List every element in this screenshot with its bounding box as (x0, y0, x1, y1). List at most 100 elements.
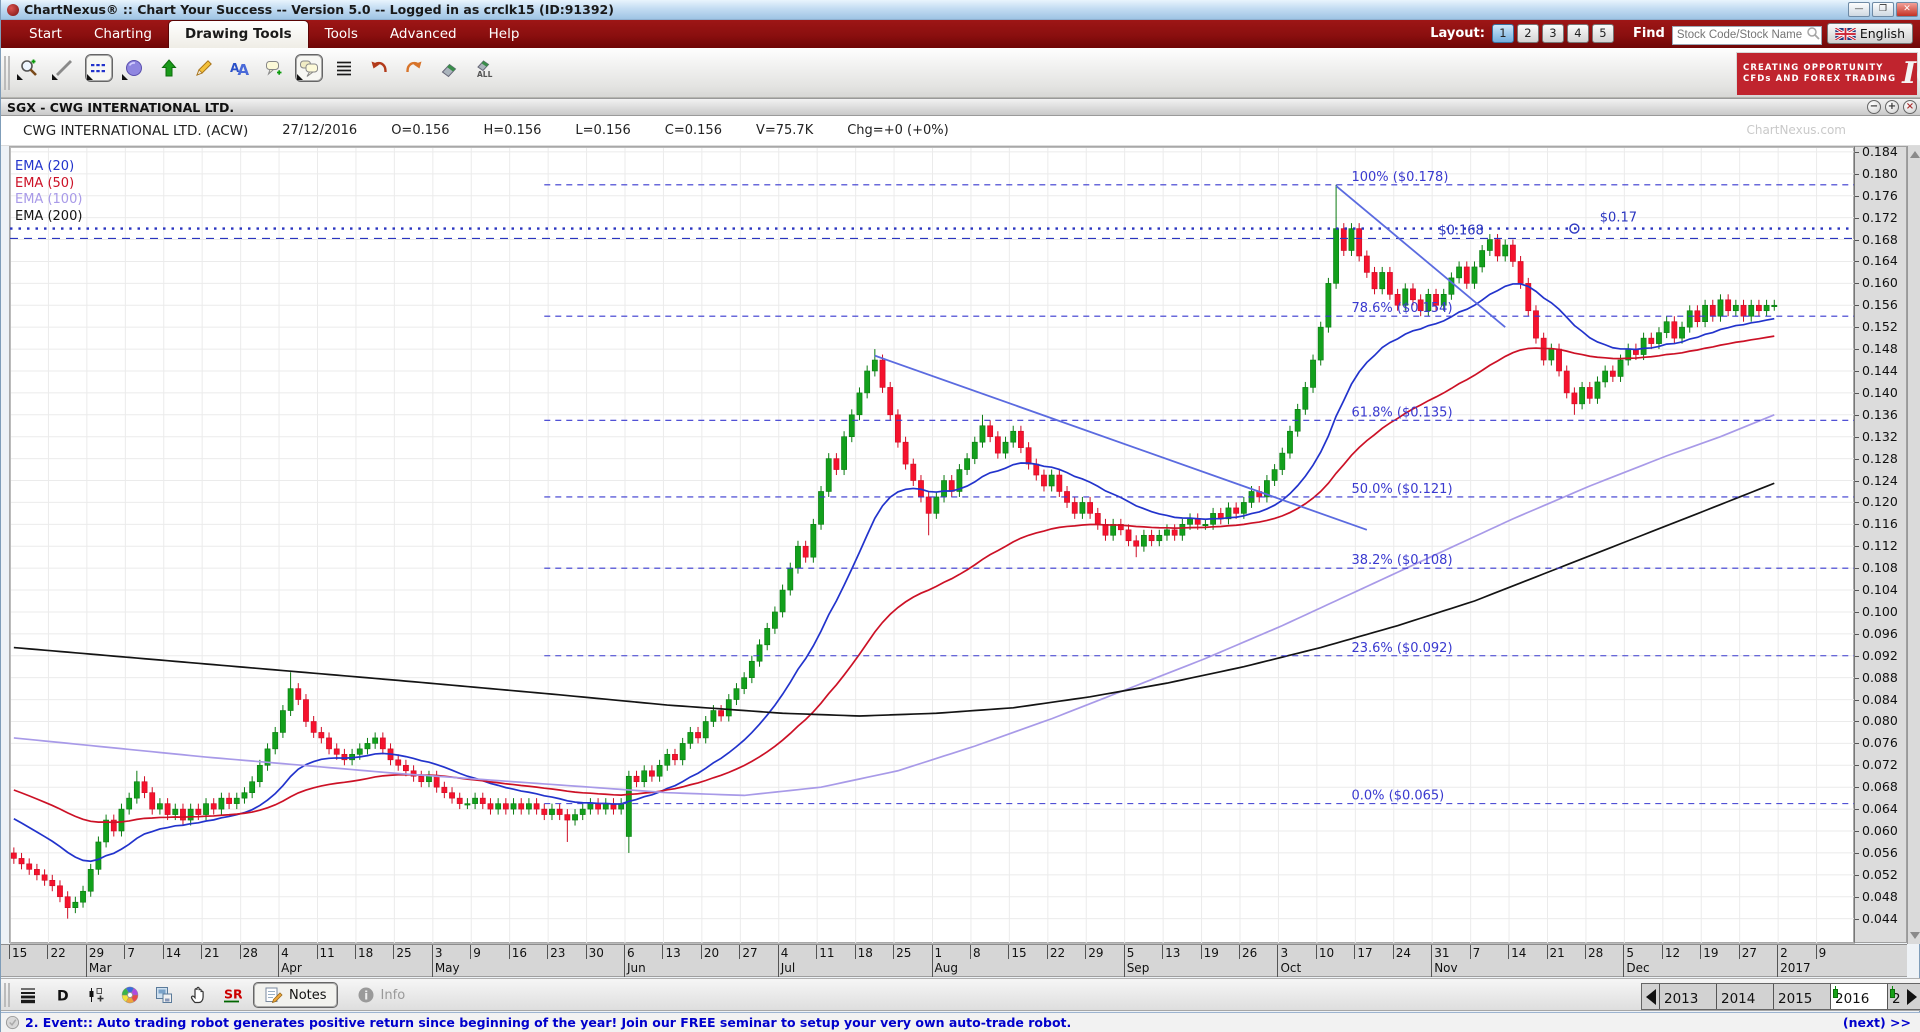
price-axis-label: 0.060 (1862, 823, 1898, 838)
chart-close-button[interactable]: × (1903, 100, 1917, 114)
fib-label: 50.0% ($0.121) (1351, 482, 1452, 497)
price-axis-label: 0.180 (1862, 166, 1898, 181)
line-style-button[interactable] (15, 982, 41, 1008)
chart-scrollbar[interactable] (1907, 146, 1920, 944)
zoom-add-button[interactable] (15, 54, 43, 82)
chart-canvas[interactable]: 100% ($0.178)78.6% ($0.154)61.8% ($0.135… (10, 147, 1855, 944)
price-axis-label: 0.140 (1862, 385, 1898, 400)
date-axis[interactable]: 152229Mar71421284Apr1118253May91623306Ju… (1, 944, 1907, 977)
save-image-button[interactable] (151, 982, 177, 1008)
price-axis-label: 0.108 (1862, 560, 1898, 575)
window-close-button[interactable]: ✕ (1896, 2, 1918, 17)
layout-button-1[interactable]: 1 (1492, 24, 1514, 43)
fibonacci-retracement[interactable]: 100% ($0.178)78.6% ($0.154)61.8% ($0.135… (544, 170, 1855, 804)
text-icon: AA (229, 58, 249, 78)
scroll-up-icon[interactable] (1910, 151, 1920, 158)
callout-add-button[interactable] (260, 54, 288, 82)
language-button[interactable]: English (1827, 23, 1913, 44)
sr-button[interactable]: SR (219, 982, 245, 1008)
mini-candle-icon (1890, 986, 1895, 1000)
menu-item-advanced[interactable]: Advanced (374, 21, 473, 48)
fib-retracement-button[interactable] (85, 54, 113, 82)
month-label: 2017 (1780, 961, 1811, 975)
price-axis-label: 0.064 (1862, 801, 1898, 816)
layout-button-4[interactable]: 4 (1567, 24, 1589, 43)
month-label: May (435, 961, 460, 975)
chart-window-titlebar[interactable]: SGX - CWG INTERNATIONAL LTD. −+× (1, 98, 1920, 116)
year-cell-2014[interactable]: 2014 (1716, 984, 1773, 1009)
color-wheel-button[interactable] (117, 982, 143, 1008)
month-separator (778, 945, 779, 977)
info-label: Info (381, 988, 406, 1003)
date-tick-label: 8 (973, 946, 981, 960)
chart-maximize-button[interactable]: + (1885, 100, 1899, 114)
eraser-all-button[interactable]: ALL (470, 54, 498, 82)
menu-item-drawing-tools[interactable]: Drawing Tools (168, 20, 309, 48)
text-button[interactable]: AA (225, 54, 253, 82)
menu-item-start[interactable]: Start (13, 21, 78, 48)
legend-item-50: EMA (50) (15, 176, 82, 193)
year-label: 2013 (1664, 991, 1698, 1007)
eraser-button[interactable] (435, 54, 463, 82)
month-label: Nov (1434, 961, 1457, 975)
next-event-link[interactable]: (next) >> (1843, 1015, 1911, 1030)
date-tick (1008, 945, 1009, 959)
date-tick (509, 945, 510, 959)
hlines-icon (334, 58, 354, 78)
date-tick (1700, 945, 1701, 959)
layout-button-5[interactable]: 5 (1592, 24, 1614, 43)
date-tick-label: 10 (1319, 946, 1334, 960)
timeframe-daily-button[interactable]: D (49, 982, 75, 1008)
redo-button[interactable] (400, 54, 428, 82)
stock-search-input[interactable] (1672, 26, 1822, 45)
window-titlebar[interactable]: ChartNexus® :: Chart Your Success -- Ver… (1, 0, 1920, 20)
date-tick-label: 9 (1819, 946, 1827, 960)
trendline-1[interactable] (875, 356, 1367, 530)
menu-item-help[interactable]: Help (473, 21, 536, 48)
dropdown-corner-icon (122, 74, 128, 80)
candlestick-chart[interactable]: 100% ($0.178)78.6% ($0.154)61.8% ($0.135… (9, 146, 1854, 943)
date-tick-label: 4 (281, 946, 289, 960)
price-axis-label: 0.144 (1862, 363, 1898, 378)
year-nav-next-button[interactable] (1903, 984, 1920, 1009)
ig-ad-banner[interactable]: CREATING OPPORTUNITY CFDs AND FOREX TRAD… (1736, 52, 1918, 96)
scroll-down-icon[interactable] (1910, 932, 1920, 939)
pencil-button[interactable] (190, 54, 218, 82)
period-button[interactable] (83, 982, 109, 1008)
bottom-toolbar-grip[interactable] (4, 983, 10, 1007)
menu-item-charting[interactable]: Charting (78, 21, 168, 48)
year-cell-2015[interactable]: 2015 (1773, 984, 1830, 1009)
date-tick-label: 15 (12, 946, 27, 960)
year-cell-2013[interactable]: 2013 (1659, 984, 1716, 1009)
chart-minimize-button[interactable]: − (1867, 100, 1881, 114)
date-tick-label: 27 (1742, 946, 1757, 960)
date-tick (1547, 945, 1548, 959)
year-cell-2016[interactable]: 2016 (1830, 984, 1887, 1009)
status-bar: 2. Event:: Auto trading robot generates … (1, 1012, 1920, 1032)
ellipse-button[interactable] (120, 54, 148, 82)
price-axis[interactable]: 0.1840.1800.1760.1720.1680.1640.1600.156… (1854, 146, 1907, 943)
layout-button-2[interactable]: 2 (1517, 24, 1539, 43)
year-nav-prev-button[interactable] (1642, 984, 1659, 1009)
arrow-up-button[interactable] (155, 54, 183, 82)
ad-line2: CFDs AND FOREX TRADING (1743, 74, 1896, 84)
callout-button[interactable] (295, 54, 323, 82)
date-tick (393, 945, 394, 959)
window-minimize-button[interactable]: — (1848, 2, 1870, 17)
pan-hand-button[interactable] (185, 982, 211, 1008)
undo-button[interactable] (365, 54, 393, 82)
date-tick-label: 21 (1550, 946, 1565, 960)
layout-button-3[interactable]: 3 (1542, 24, 1564, 43)
toolbar-grip[interactable] (4, 56, 10, 90)
date-tick (124, 945, 125, 959)
window-maximize-button[interactable]: ❐ (1872, 2, 1894, 17)
price-axis-label: 0.100 (1862, 604, 1898, 619)
date-tick-label: 26 (1242, 946, 1257, 960)
year-cell-2[interactable]: 2 (1887, 984, 1903, 1009)
hlines-button[interactable] (330, 54, 358, 82)
date-tick-label: 18 (358, 946, 373, 960)
menu-item-tools[interactable]: Tools (309, 21, 374, 48)
trend-line-button[interactable] (50, 54, 78, 82)
info-button[interactable]: iInfo (346, 982, 416, 1008)
notes-button[interactable]: Notes (253, 982, 338, 1008)
